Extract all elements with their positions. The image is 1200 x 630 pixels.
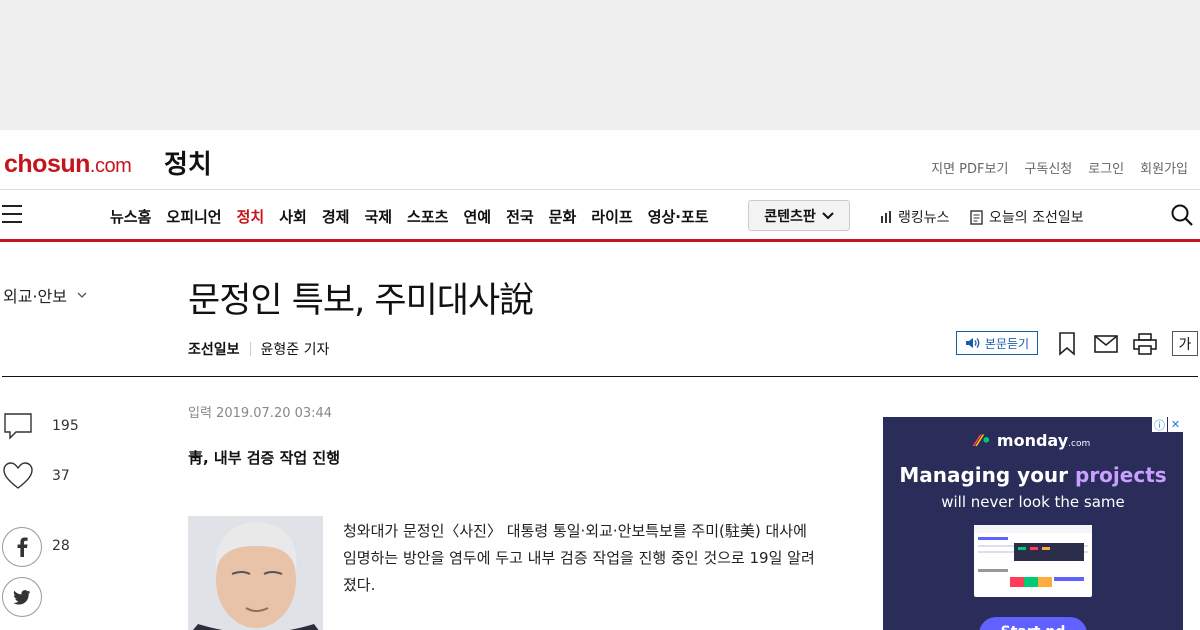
speaker-icon (965, 338, 980, 348)
nav-item-national[interactable]: 전국 (506, 206, 534, 227)
ad-badges: ⓘ ✕ (1151, 417, 1183, 432)
comment-button[interactable]: 195 (2, 412, 79, 440)
login-link[interactable]: 로그인 (1088, 158, 1124, 177)
article-body: 청와대가 문정인〈사진〉 대통령 통일·외교·안보특보를 주미(駐美) 대사에 … (343, 518, 833, 599)
nav-item-opinion[interactable]: 오피니언 (166, 206, 221, 227)
print-icon[interactable] (1132, 331, 1158, 357)
search-icon[interactable] (1170, 203, 1194, 227)
masthead: chosun.com 정치 지면 PDF보기 구독신청 로그인 회원가입 (0, 130, 1200, 190)
ad-info-icon[interactable]: ⓘ (1152, 417, 1167, 432)
nav-item-life[interactable]: 라이프 (591, 206, 632, 227)
ad-brand-logo: ⁄⁄• monday.com (975, 431, 1091, 450)
ranking-news-link[interactable]: 랭킹뉴스 (880, 207, 950, 227)
pdf-link[interactable]: 지면 PDF보기 (931, 158, 1008, 177)
listen-label: 본문듣기 (984, 336, 1030, 351)
bar-chart-icon (881, 211, 891, 223)
font-size-button[interactable]: 가 (1172, 331, 1198, 356)
publisher-name: 조선일보 (188, 342, 240, 358)
section-title[interactable]: 정치 (164, 144, 212, 181)
nav-item-economy[interactable]: 경제 (322, 206, 350, 227)
todays-paper-label: 오늘의 조선일보 (989, 210, 1084, 226)
logo-main: chosun (4, 150, 90, 178)
subcategory-dropdown[interactable]: 외교·안보 (3, 283, 87, 307)
nav-item-culture[interactable]: 문화 (549, 206, 577, 227)
main-nav: 뉴스홈 오피니언 정치 사회 경제 국제 스포츠 연예 전국 문화 라이프 영상… (0, 190, 1200, 242)
ad-headline-part1: Managing your (899, 463, 1075, 487)
nav-items: 뉴스홈 오피니언 정치 사회 경제 국제 스포츠 연예 전국 문화 라이프 영상… (110, 206, 724, 227)
nav-item-entertainment[interactable]: 연예 (463, 206, 491, 227)
ranking-news-label: 랭킹뉴스 (898, 210, 950, 226)
facebook-share-button[interactable]: 28 (2, 527, 70, 567)
listen-button[interactable]: 본문듣기 (956, 331, 1038, 355)
logo-suffix: .com (89, 155, 132, 177)
content-menu-button[interactable]: 콘텐츠판 (748, 200, 850, 231)
facebook-count: 28 (52, 538, 70, 554)
ad-product-screenshot (974, 525, 1092, 597)
heart-icon (3, 462, 33, 489)
body-line: 임명하는 방안을 염두에 두고 내부 검증 작업을 진행 중인 것으로 19일 … (343, 549, 815, 567)
reporter-name[interactable]: 윤형준 기자 (261, 339, 330, 359)
article-photo[interactable] (188, 516, 323, 630)
signup-link[interactable]: 회원가입 (1140, 158, 1188, 177)
todays-paper-link[interactable]: 오늘의 조선일보 (970, 207, 1084, 227)
bookmark-icon[interactable] (1054, 331, 1080, 357)
article-headline: 문정인 특보, 주미대사說 (188, 281, 534, 321)
ad-cta-button[interactable]: Start nd (979, 617, 1087, 630)
nav-item-society[interactable]: 사회 (279, 206, 307, 227)
twitter-share-button[interactable] (2, 577, 42, 617)
ad-headline: Managing your projects (883, 463, 1183, 487)
comment-count: 195 (52, 418, 79, 434)
twitter-icon (2, 577, 42, 617)
ad-close-icon[interactable]: ✕ (1168, 417, 1183, 432)
nav-item-video-photo[interactable]: 영상·포토 (648, 206, 709, 227)
ad-headline-part2: projects (1075, 463, 1167, 487)
top-ad-banner (0, 0, 1200, 130)
ad-brand: monday (996, 431, 1069, 450)
chevron-down-icon (822, 211, 834, 219)
like-button[interactable]: 37 (2, 462, 70, 490)
comment-icon (4, 413, 32, 440)
nav-item-sports[interactable]: 스포츠 (407, 206, 448, 227)
utility-links: 지면 PDF보기 구독신청 로그인 회원가입 (931, 158, 1188, 177)
facebook-icon (2, 527, 42, 567)
monday-ad[interactable]: ⓘ ✕ ⁄⁄• monday.com Managing your project… (883, 417, 1183, 630)
content-menu-label: 콘텐츠판 (764, 208, 816, 225)
email-icon[interactable] (1093, 331, 1119, 357)
byline-separator (249, 342, 251, 356)
subcategory-label: 외교·안보 (3, 287, 67, 306)
chevron-down-icon (77, 292, 87, 298)
nav-item-newshome[interactable]: 뉴스홈 (110, 206, 151, 227)
site-logo[interactable]: chosun.com (4, 150, 132, 179)
publish-date: 입력 2019.07.20 03:44 (188, 406, 333, 421)
menu-icon[interactable] (2, 205, 22, 223)
ad-subheadline: will never look the same (941, 493, 1125, 511)
document-icon (970, 209, 983, 225)
article-subhead: 靑, 내부 검증 작업 진행 (188, 449, 340, 467)
nav-item-international[interactable]: 국제 (364, 206, 392, 227)
nav-item-politics[interactable]: 정치 (237, 206, 265, 227)
subscribe-link[interactable]: 구독신청 (1024, 158, 1072, 177)
byline: 조선일보 윤형준 기자 (188, 339, 329, 359)
ad-brand-suffix: .com (1068, 439, 1091, 449)
header-divider (2, 376, 1198, 377)
body-line: 청와대가 문정인〈사진〉 대통령 통일·외교·안보특보를 주미(駐美) 대사에 (343, 522, 807, 540)
like-count: 37 (52, 468, 70, 484)
body-line: 졌다. (343, 576, 376, 594)
